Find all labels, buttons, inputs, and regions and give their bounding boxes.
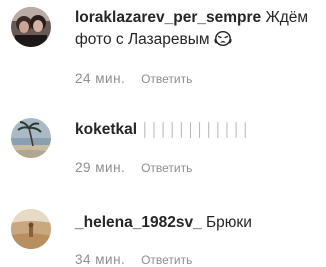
comment-text: koketkal ││││││││││││ — [75, 119, 320, 141]
weary-face-icon — [214, 30, 232, 47]
comment-text: loraklazarev_per_sempre Ждём фото с Лаза… — [75, 7, 320, 51]
comments-list: loraklazarev_per_sempre Ждём фото с Лаза… — [0, 0, 326, 267]
avatar-photo-palm-beach — [11, 118, 51, 158]
comment-message: ││││││││││││ — [141, 122, 251, 137]
comment-username[interactable]: koketkal — [75, 121, 137, 138]
comment-username[interactable]: loraklazarev_per_sempre — [75, 9, 261, 26]
comment-body: koketkal ││││││││││││ 29 мин. Ответить — [75, 119, 320, 175]
avatar[interactable] — [11, 118, 51, 158]
comment-message: Брюки — [206, 214, 252, 231]
comment-meta: 34 мин. Ответить — [75, 252, 192, 267]
comment-username[interactable]: _helena_1982sv_ — [75, 214, 202, 231]
avatar-photo-field — [11, 209, 51, 249]
comment-body: _helena_1982sv_ Брюки 34 мин. Ответить — [75, 212, 320, 267]
comment-text: _helena_1982sv_ Брюки — [75, 212, 320, 234]
comment-body: loraklazarev_per_sempre Ждём фото с Лаза… — [75, 7, 320, 86]
comment-meta: 24 мин. Ответить — [75, 71, 192, 86]
reply-button[interactable]: Ответить — [141, 161, 192, 175]
avatar-photo-couple — [11, 7, 51, 47]
reply-button[interactable]: Ответить — [141, 72, 192, 86]
comment-timestamp: 34 мин. — [75, 252, 126, 267]
comment-meta: 29 мин. Ответить — [75, 160, 192, 175]
reply-button[interactable]: Ответить — [141, 253, 192, 267]
comment-timestamp: 24 мин. — [75, 71, 126, 86]
avatar[interactable] — [11, 209, 51, 249]
avatar[interactable] — [11, 7, 51, 47]
comment-timestamp: 29 мин. — [75, 160, 126, 175]
